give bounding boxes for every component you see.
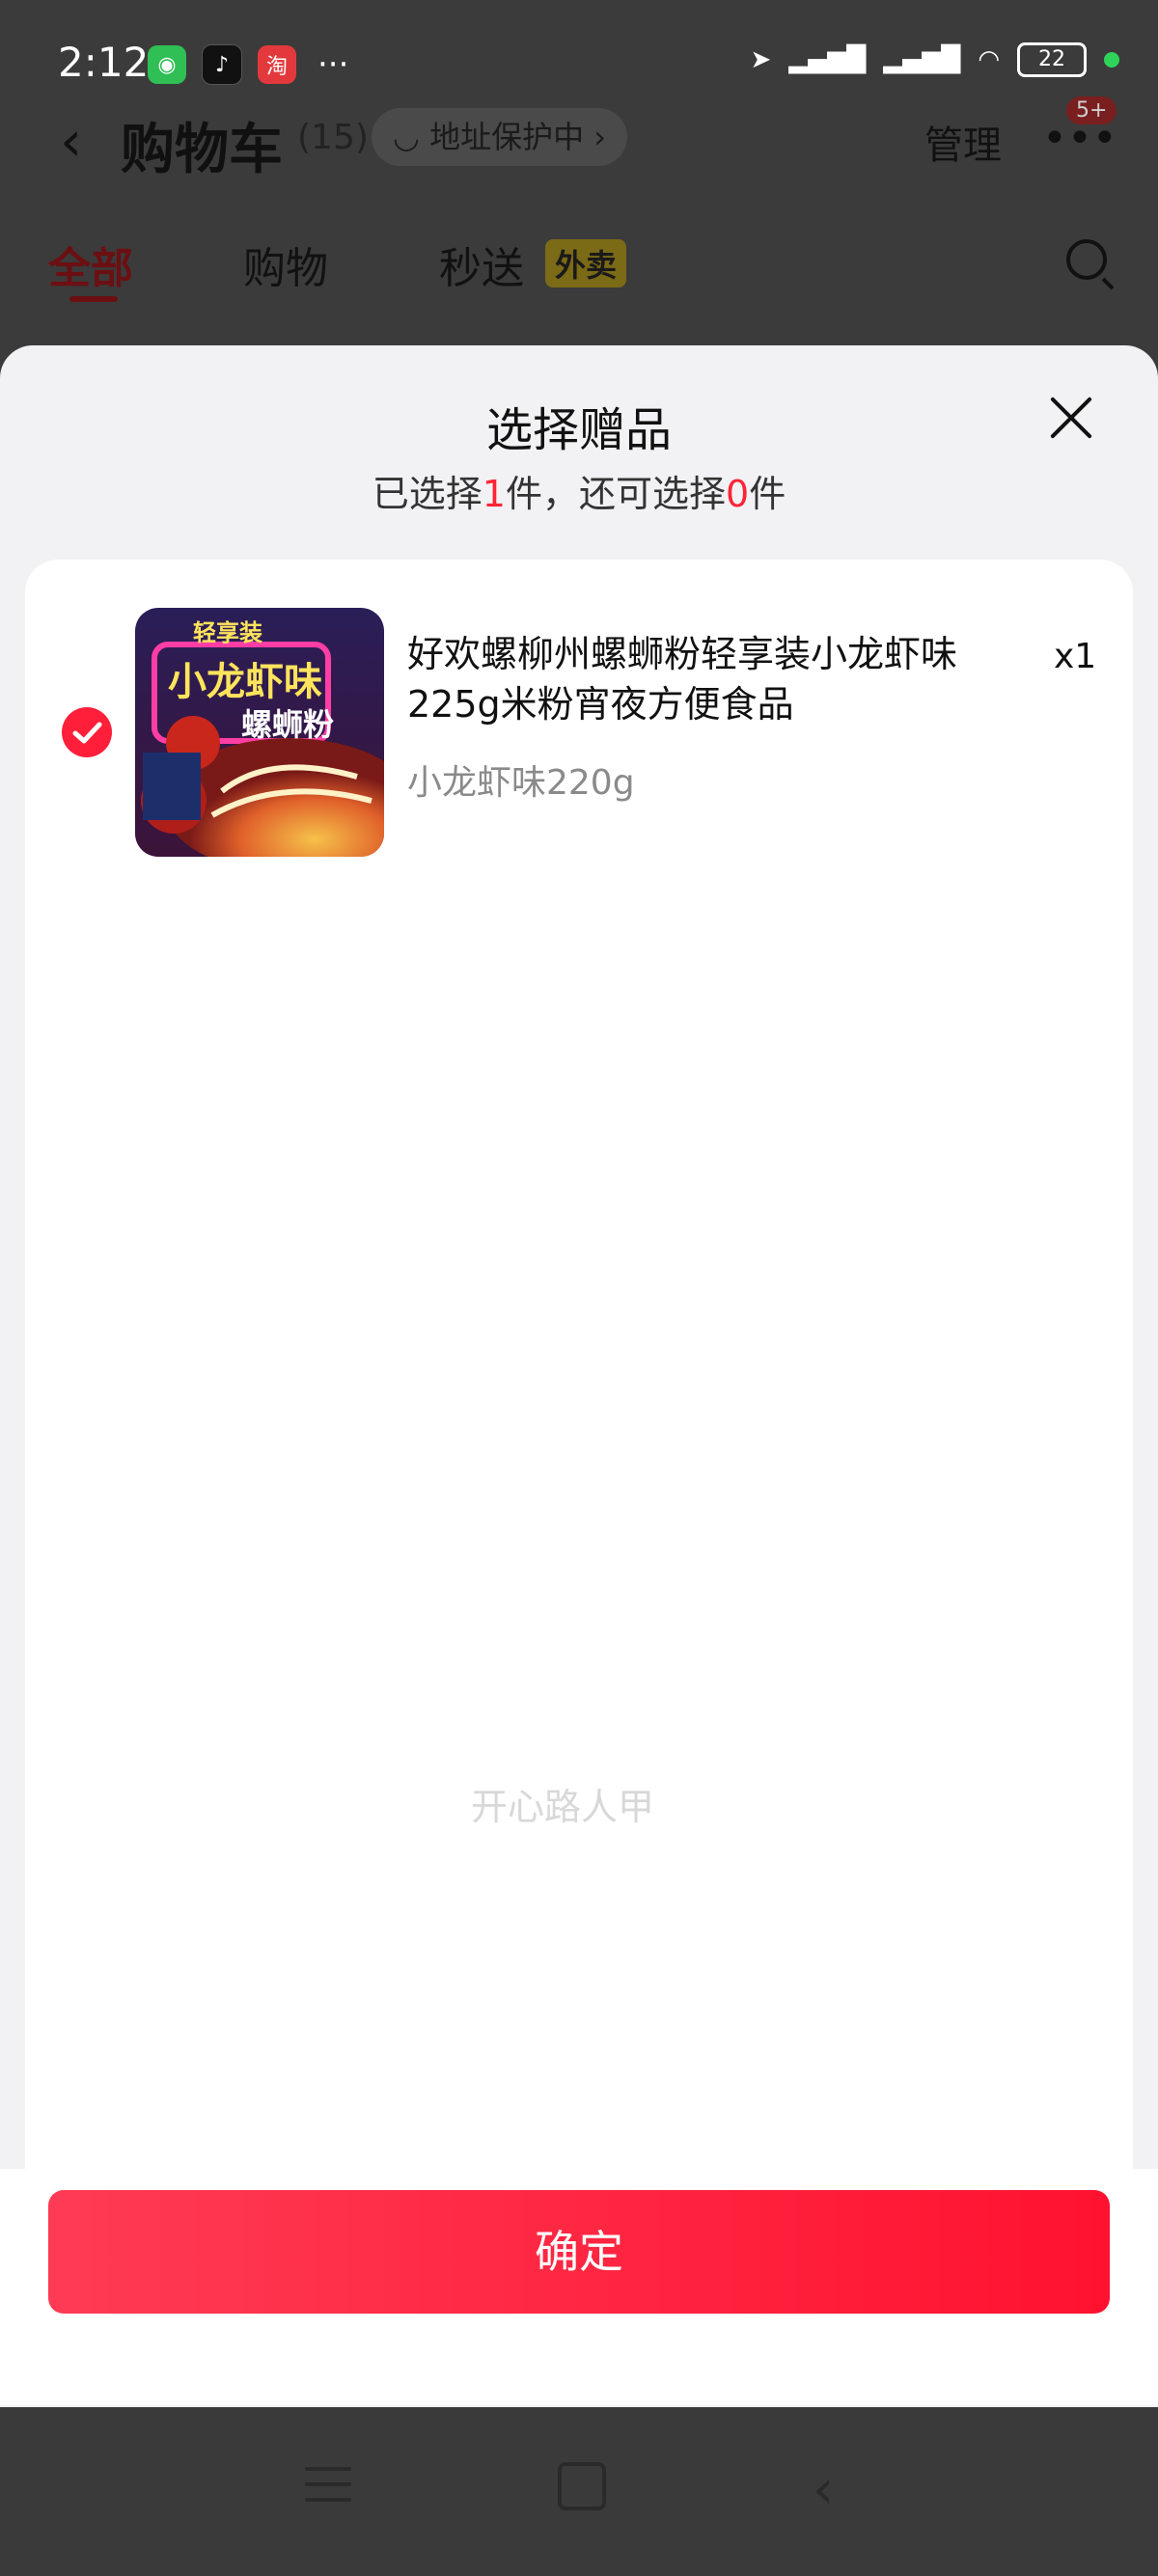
watermark: 开心路人甲 (471, 1786, 655, 1828)
sheet-title: 选择赠品 (485, 403, 672, 457)
takeout-badge: 外卖 (545, 239, 627, 288)
status-time: 2:12 (58, 39, 150, 86)
search-icon[interactable] (1066, 239, 1107, 280)
address-protection-pill[interactable]: ◡ 地址保护中 › (372, 108, 628, 166)
subtitle-suffix: 件 (749, 473, 786, 515)
signal-2-icon: ▂▄▆█ (883, 45, 961, 74)
cart-count: (15) (297, 118, 369, 157)
subtitle-mid: 件，还可选择 (505, 473, 726, 515)
remaining-count: 0 (726, 473, 750, 515)
selected-count: 1 (482, 473, 506, 515)
wifi-icon: ◠ (978, 45, 1000, 74)
product-quantity: x1 (1054, 637, 1097, 676)
more-notifications-icon: ··· (317, 45, 349, 84)
tab-all-underline (69, 296, 118, 302)
image-headline: 小龙虾味 (168, 660, 322, 704)
image-subline: 螺蛳粉 (241, 706, 335, 743)
tab-shopping[interactable]: 购物 (243, 233, 328, 295)
location-icon: ➤ (750, 45, 772, 74)
notification-apps: ◉ ♪ 淘 ··· (148, 44, 348, 85)
signal-icon: ▂▄▆█ (788, 45, 867, 74)
privacy-dot-icon (1104, 52, 1119, 68)
battery-icon: 22 (1017, 42, 1087, 77)
tiktok-icon: ♪ (202, 44, 242, 85)
selection-status: 已选择1件，还可选择0件 (0, 464, 1158, 517)
check-circle-icon[interactable] (62, 707, 112, 757)
tab-all[interactable]: 全部 (48, 233, 133, 295)
subtitle-prefix: 已选择 (372, 473, 482, 515)
back-icon[interactable]: ‹ (60, 108, 82, 174)
taobao-icon: 淘 (258, 45, 296, 84)
product-spec: 小龙虾味220g (407, 763, 635, 803)
status-indicators: ➤ ▂▄▆█ ▂▄▆█ ◠ 22 (751, 42, 1119, 77)
product-title[interactable]: 好欢螺柳州螺蛳粉轻享装小龙虾味225g米粉宵夜方便食品 (407, 629, 986, 729)
page-title: 购物车 (121, 119, 283, 181)
message-badge: 5+ (1066, 96, 1117, 124)
close-icon[interactable] (1047, 394, 1095, 442)
tab-fast-delivery[interactable]: 秒送 (439, 233, 524, 295)
manage-button[interactable]: 管理 (924, 114, 1002, 170)
recent-apps-icon[interactable] (305, 2467, 351, 2506)
product-image[interactable]: 轻享装 小龙虾味 螺蛳粉 (135, 608, 384, 857)
wechat-icon: ◉ (148, 45, 186, 84)
system-back-icon[interactable]: ‹ (813, 2458, 834, 2521)
image-tag: 轻享装 (193, 619, 262, 646)
home-icon[interactable] (558, 2462, 606, 2510)
status-bar: 2:12 ◉ ♪ 淘 ··· ➤ ▂▄▆█ ▂▄▆█ ◠ 22 (0, 0, 1158, 106)
confirm-button[interactable]: 确定 (48, 2190, 1110, 2314)
